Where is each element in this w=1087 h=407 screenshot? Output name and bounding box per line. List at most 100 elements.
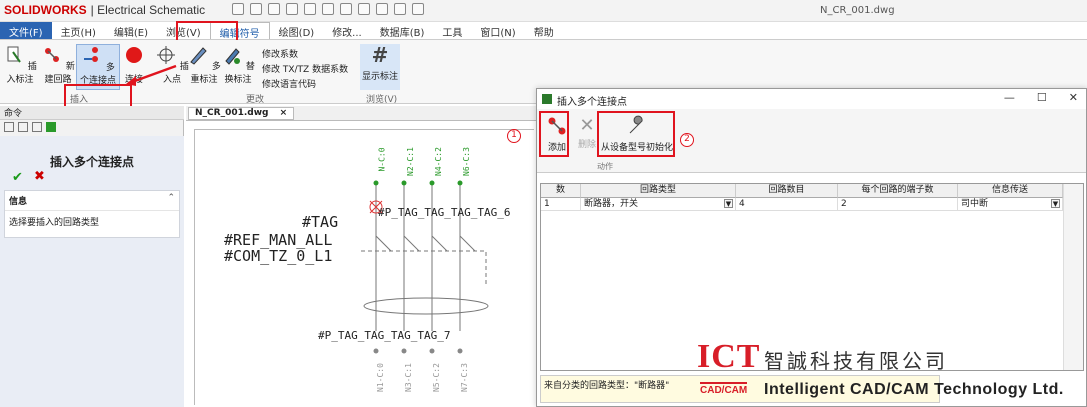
watermark-company-cn: 智誠科技有限公司 (764, 349, 948, 373)
grid-scrollbar[interactable] (1063, 184, 1083, 370)
tab-home[interactable]: 主页(H) (52, 22, 105, 39)
show-mark-button[interactable]: # 显示标注 (360, 44, 400, 90)
tab-edit[interactable]: 编辑(E) (105, 22, 157, 39)
cad-text-tag: #TAG (302, 213, 339, 231)
zoom-icon[interactable] (394, 3, 406, 15)
insert-label-icon (7, 46, 21, 63)
new-circuit-icon (45, 48, 60, 62)
info-section: 信息 ⌃ 选择要插入的回路类型 (4, 190, 180, 238)
pin-label-bottom-1: N1-C:0 (375, 363, 385, 392)
multi-connect-icon (84, 47, 99, 62)
pin-label-top-3: N4-C:2 (433, 147, 443, 176)
app-name: | Electrical Schematic (90, 3, 206, 17)
paste-icon[interactable] (376, 3, 388, 15)
new-icon[interactable] (232, 3, 244, 15)
copy-icon[interactable] (358, 3, 370, 15)
col-info-transfer: 信息传送 (958, 184, 1063, 198)
close-icon[interactable]: ✕ (1069, 91, 1078, 104)
multi-mark-icon (190, 47, 207, 65)
dialog-title: 插入多个连接点 (557, 97, 627, 108)
pin-label-bottom-2: N3-C:1 (403, 363, 413, 392)
delete-button[interactable]: ✕ 删除 (575, 115, 599, 150)
window-controls: — ☐ ✕ (1004, 91, 1078, 104)
menu-bar: 文件(F) 主页(H) 编辑(E) 浏览(V) 编辑符号 绘图(D) 修改...… (0, 22, 1087, 40)
insert-label-button[interactable]: 插入标注 (2, 44, 38, 85)
pin-label-top-2: N2-C:1 (405, 147, 415, 176)
open-icon[interactable] (250, 3, 262, 15)
ok-button[interactable]: ✔ (12, 170, 23, 185)
quick-access-toolbar (232, 3, 424, 19)
cad-text-ptag-top: #P_TAG_TAG_TAG_TAG_6 (378, 206, 511, 219)
cell-circuit-type[interactable]: 断路器，开关 ▼ (581, 198, 736, 211)
tab-help[interactable]: 帮助 (525, 22, 563, 39)
help-icon[interactable] (412, 3, 424, 15)
save-icon[interactable] (268, 3, 280, 15)
pin-label-top-1: N-C:0 (377, 147, 387, 172)
pin-label-top-4: N6-C:3 (461, 147, 471, 176)
minimize-icon[interactable]: — (1004, 91, 1015, 104)
modify-lang-button[interactable]: 修改语言代码 (262, 77, 316, 90)
document-tab[interactable]: N_CR_001.dwg × (188, 107, 295, 120)
run-icon[interactable] (46, 122, 56, 132)
badge-2: 2 (680, 133, 694, 147)
highlight-add (539, 111, 569, 157)
brand-name: SOLIDWORKS (4, 3, 87, 17)
delete-icon: ✕ (579, 115, 595, 136)
cad-text-ptag-bottom: #P_TAG_TAG_TAG_TAG_7 (318, 329, 451, 342)
dialog-title-bar: 插入多个连接点 — ☐ ✕ (537, 89, 1086, 109)
badge-1: 1 (507, 129, 521, 143)
panel-toolbar (0, 120, 183, 136)
undo-icon[interactable] (304, 3, 316, 15)
panel-body: 插入多个连接点 ✔ ✖ 信息 ⌃ 选择要插入的回路类型 (0, 136, 184, 407)
dropdown-arrow-icon[interactable]: ▼ (724, 199, 733, 208)
group-insert: 插入 (70, 95, 89, 105)
col-circuit-type: 回路类型 (581, 184, 736, 198)
modify-tx-button[interactable]: 修改 TX/TZ 数据系数 (262, 62, 348, 75)
new-circuit-button[interactable]: 新建回路 (40, 44, 76, 85)
dialog-toolbar: 添加 1 ✕ 删除 从设备型号初始化 2 动作 (507, 109, 1086, 173)
tab-database[interactable]: 数据库(B) (371, 22, 434, 39)
title-bar: SOLIDWORKS | Electrical Schematic N_CR_00… (0, 0, 1087, 22)
cell-terminals[interactable]: 2 (838, 198, 958, 211)
properties-icon[interactable] (18, 122, 28, 132)
replace-mark-icon (225, 48, 241, 65)
collapse-icon[interactable]: ⌃ (167, 193, 175, 203)
circuit-grid: 数 回路类型 回路数目 每个回路的端子数 信息传送 1 断路器，开关 ▼ 4 2… (540, 183, 1084, 371)
close-tab-icon[interactable]: × (280, 108, 288, 118)
highlight-edit-symbol-tab (176, 21, 238, 42)
highlight-init (597, 111, 675, 157)
redo-icon[interactable] (322, 3, 334, 15)
watermark-logo: ICT (697, 338, 761, 375)
info-header: 信息 (5, 191, 179, 211)
col-circuit-count: 回路数目 (736, 184, 838, 198)
dropdown-arrow-icon[interactable]: ▼ (1051, 199, 1060, 208)
group-action: 动作 (597, 162, 613, 171)
cell-info-transfer[interactable]: 司中断 ▼ (958, 198, 1063, 211)
tab-file[interactable]: 文件(F) (0, 22, 52, 39)
cad-text-com: #COM_TZ_0_L1 (224, 247, 333, 265)
maximize-icon[interactable]: ☐ (1037, 91, 1047, 104)
hash-icon: # (371, 43, 389, 67)
modify-coeff-button[interactable]: 修改系数 (262, 47, 298, 60)
cut-icon[interactable] (340, 3, 352, 15)
replace-mark-button[interactable]: 替换标注 (220, 44, 256, 85)
tab-window[interactable]: 窗口(N) (471, 22, 524, 39)
print-icon[interactable] (286, 3, 298, 15)
tree-icon[interactable] (4, 122, 14, 132)
cell-circuit-count[interactable]: 4 (736, 198, 838, 211)
command-panel: 命令 插入多个连接点 ✔ ✖ 信息 ⌃ 选择要插入的回路类型 (0, 106, 184, 407)
col-terminals: 每个回路的端子数 (838, 184, 958, 198)
camera-icon[interactable] (32, 122, 42, 132)
watermark-logo-sub: CAD/CAM (700, 382, 748, 396)
pin-label-bottom-4: N7-C:3 (459, 363, 469, 392)
tab-draw[interactable]: 绘图(D) (270, 22, 324, 39)
multi-mark-button[interactable]: 多重标注 (186, 44, 222, 85)
group-change: 更改 (246, 95, 265, 105)
pin-label-bottom-3: N5-C:2 (431, 363, 441, 392)
tab-modify[interactable]: 修改... (323, 22, 371, 39)
cancel-button[interactable]: ✖ (34, 169, 45, 184)
col-index: 数 (541, 184, 581, 198)
group-browse: 浏览(V) (366, 95, 398, 105)
tab-tools[interactable]: 工具 (433, 22, 471, 39)
drawing-canvas[interactable]: #TAG #REF_MAN_ALL #COM_TZ_0_L1 #P_TAG_TA… (186, 121, 538, 407)
